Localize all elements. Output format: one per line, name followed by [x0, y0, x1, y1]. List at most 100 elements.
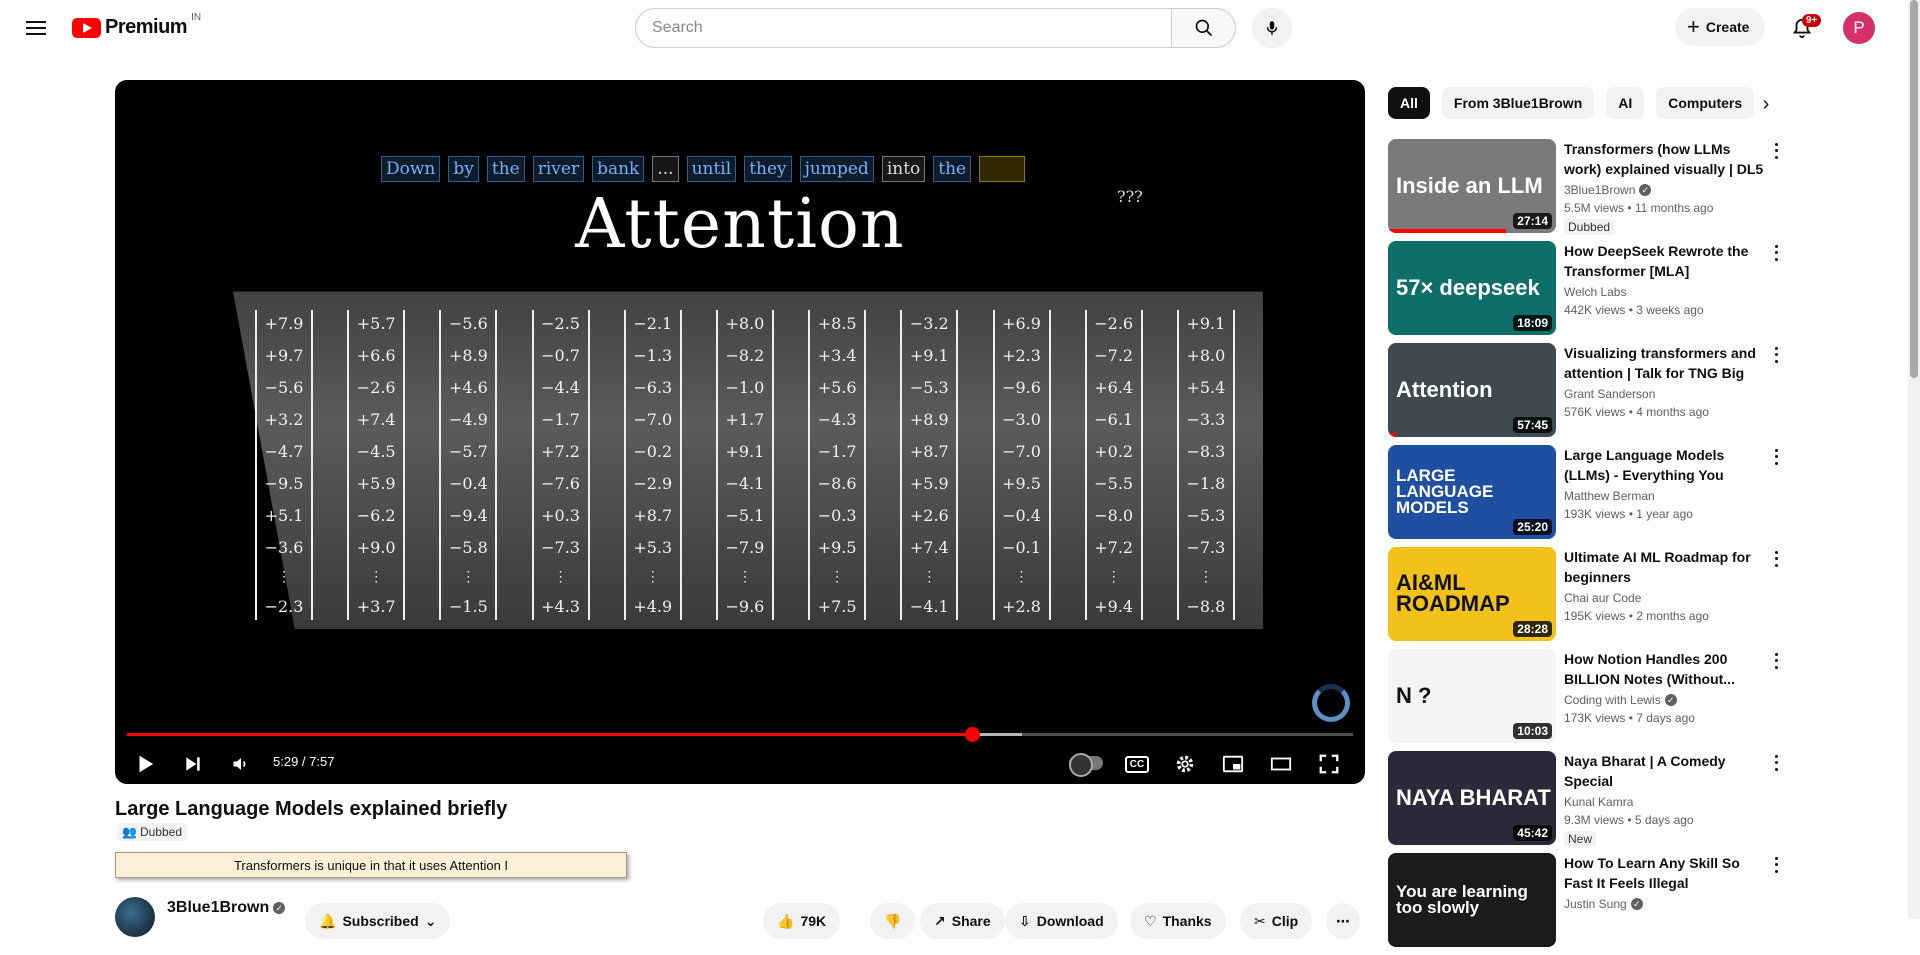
- more-options-icon[interactable]: [1768, 345, 1784, 365]
- dislike-button[interactable]: 👎: [870, 903, 916, 939]
- chips-next-button[interactable]: ›: [1752, 90, 1780, 118]
- recommendation-meta: How Notion Handles 200 BILLION Notes (Wi…: [1564, 649, 1764, 725]
- video-thumbnail[interactable]: AI&ML ROADMAP 28:28: [1388, 547, 1556, 641]
- recommendation-title[interactable]: Naya Bharat | A Comedy Special: [1564, 751, 1764, 791]
- mute-button[interactable]: [223, 746, 259, 782]
- subtitles-button[interactable]: CC: [1119, 746, 1155, 782]
- recommendation-title[interactable]: How To Learn Any Skill So Fast It Feels …: [1564, 853, 1764, 893]
- recommendation-item[interactable]: Inside an LLM 27:14 Transformers (how LLMs…: [1388, 139, 1778, 241]
- recommendation-channel[interactable]: Coding with Lewis: [1564, 693, 1661, 707]
- clip-button[interactable]: ✂ Clip: [1240, 903, 1313, 939]
- recommendation-item[interactable]: N ? 10:03 How Notion Handles 200 BILLION N…: [1388, 649, 1778, 751]
- recommendation-channel[interactable]: Welch Labs: [1564, 285, 1626, 299]
- miniplayer-button[interactable]: [1215, 746, 1251, 782]
- recommendation-badge: New: [1564, 831, 1597, 847]
- scrollbar-thumb[interactable]: [1910, 0, 1918, 378]
- recommendation-item[interactable]: AI&ML ROADMAP 28:28 Ultimate AI ML Roadmap…: [1388, 547, 1778, 649]
- more-options-icon[interactable]: [1768, 753, 1784, 773]
- verified-icon: ✓: [273, 902, 286, 914]
- video-thumbnail[interactable]: Attention 57:45: [1388, 343, 1556, 437]
- video-thumbnail[interactable]: NAYA BHARAT 45:42: [1388, 751, 1556, 845]
- embedding-value: +5.3: [633, 538, 673, 557]
- search-input[interactable]: Search: [635, 8, 1172, 48]
- recommendation-title[interactable]: How Notion Handles 200 BILLION Notes (Wi…: [1564, 649, 1764, 689]
- recommendation-channel[interactable]: Matthew Berman: [1564, 489, 1655, 503]
- youtube-premium-logo[interactable]: Premium IN: [72, 12, 201, 39]
- more-options-icon[interactable]: [1768, 549, 1784, 569]
- more-options-icon[interactable]: [1768, 243, 1784, 263]
- menu-button[interactable]: [20, 12, 52, 44]
- recommendation-title[interactable]: How DeepSeek Rewrote the Transformer [ML…: [1564, 241, 1764, 281]
- channel-name-link[interactable]: 3Blue1Brown ✓: [167, 899, 286, 917]
- thanks-button[interactable]: ♡ Thanks: [1130, 903, 1226, 939]
- embedding-value: −1.5: [448, 597, 488, 616]
- embedding-value: −9.4: [448, 506, 488, 525]
- recommendation-item[interactable]: 57× deepseek 18:09 How DeepSeek Rewrote th…: [1388, 241, 1778, 343]
- video-thumbnail[interactable]: You are learning too slowly: [1388, 853, 1556, 947]
- recommendation-channel[interactable]: Chai aur Code: [1564, 591, 1641, 605]
- recommendation-title[interactable]: Ultimate AI ML Roadmap for beginners: [1564, 547, 1764, 587]
- like-button[interactable]: 👍 79K: [763, 903, 841, 939]
- embedding-value: −2.9: [633, 474, 673, 493]
- recommendation-channel[interactable]: Kunal Kamra: [1564, 795, 1633, 809]
- more-options-icon[interactable]: [1768, 447, 1784, 467]
- settings-button[interactable]: [1167, 746, 1203, 782]
- recommendation-item[interactable]: LARGE LANGUAGE MODELS 25:20 Large Language…: [1388, 445, 1778, 547]
- recommendation-channel-row: Kunal Kamra: [1564, 795, 1764, 809]
- fullscreen-button[interactable]: [1311, 746, 1347, 782]
- embedding-value: −6.2: [356, 506, 396, 525]
- logo-text: Premium: [105, 16, 188, 38]
- play-button[interactable]: [127, 746, 163, 782]
- recommendation-channel-row: Welch Labs: [1564, 285, 1764, 299]
- download-button[interactable]: ⇩ Download: [1005, 903, 1118, 939]
- more-options-icon[interactable]: [1768, 651, 1784, 671]
- embedding-value: +9.4: [1094, 597, 1134, 616]
- progress-bar[interactable]: [127, 727, 1353, 742]
- recommendation-item[interactable]: Attention 57:45 Visualizing transformers a…: [1388, 343, 1778, 445]
- token-word: by: [448, 156, 479, 182]
- embedding-value: +7.4: [909, 538, 949, 557]
- search-button[interactable]: [1172, 8, 1236, 48]
- voice-search-button[interactable]: [1252, 8, 1292, 48]
- next-button[interactable]: [175, 746, 211, 782]
- create-button[interactable]: + Create: [1675, 8, 1766, 46]
- recommendation-title[interactable]: Large Language Models (LLMs) - Everythin…: [1564, 445, 1764, 485]
- more-options-icon[interactable]: [1768, 855, 1784, 875]
- account-avatar[interactable]: P: [1843, 12, 1875, 44]
- filter-chip[interactable]: All: [1388, 87, 1430, 119]
- more-actions-button[interactable]: ⋯: [1326, 903, 1360, 939]
- recommendation-item[interactable]: NAYA BHARAT 45:42 Naya Bharat | A Comedy S…: [1388, 751, 1778, 853]
- embedding-value: −9.6: [725, 597, 765, 616]
- video-thumbnail[interactable]: LARGE LANGUAGE MODELS 25:20: [1388, 445, 1556, 539]
- theater-mode-button[interactable]: [1263, 746, 1299, 782]
- plus-icon: +: [1687, 14, 1700, 39]
- video-player[interactable]: Down by the river bank... until they jumped into…: [115, 80, 1365, 784]
- play-icon: [139, 755, 154, 773]
- recommendation-title[interactable]: Transformers (how LLMs work) explained v…: [1564, 139, 1764, 179]
- recommendation-title[interactable]: Visualizing transformers and attention |…: [1564, 343, 1764, 383]
- progress-scrubber[interactable]: [964, 727, 980, 742]
- filter-chip[interactable]: From 3Blue1Brown: [1441, 87, 1595, 119]
- embedding-value: −1.0: [725, 378, 765, 397]
- recommendation-channel[interactable]: Justin Sung: [1564, 897, 1627, 911]
- recommendation-channel[interactable]: 3Blue1Brown: [1564, 183, 1635, 197]
- video-thumbnail[interactable]: N ? 10:03: [1388, 649, 1556, 743]
- recommendation-channel[interactable]: Grant Sanderson: [1564, 387, 1655, 401]
- page-scrollbar[interactable]: [1908, 0, 1920, 919]
- text-entry-box[interactable]: Transformers is unique in that it uses A…: [115, 852, 627, 878]
- embedding-value: −4.4: [541, 378, 580, 397]
- video-thumbnail[interactable]: Inside an LLM 27:14: [1388, 139, 1556, 233]
- filter-chip[interactable]: Computers: [1656, 87, 1755, 119]
- autoplay-toggle[interactable]: [1069, 753, 1103, 777]
- notifications-button[interactable]: 9+: [1786, 12, 1822, 44]
- share-button[interactable]: ↗ Share: [920, 903, 1005, 939]
- embedding-value: +4.3: [541, 597, 580, 616]
- recommendation-item[interactable]: You are learning too slowly How To Learn …: [1388, 853, 1778, 955]
- channel-avatar[interactable]: [115, 897, 155, 937]
- filter-chip[interactable]: AI: [1606, 87, 1645, 119]
- subscribed-button[interactable]: 🔔 Subscribed ⌄: [305, 903, 451, 939]
- embedding-value: −5.7: [448, 442, 488, 461]
- embedding-value: ⋮: [461, 569, 476, 585]
- video-thumbnail[interactable]: 57× deepseek 18:09: [1388, 241, 1556, 335]
- more-options-icon[interactable]: [1768, 141, 1784, 161]
